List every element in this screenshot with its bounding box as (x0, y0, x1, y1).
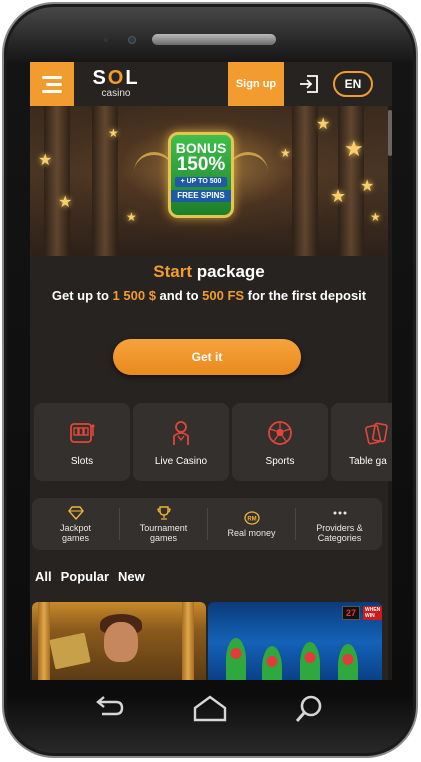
signup-button[interactable]: Sign up (228, 62, 284, 106)
star-icon: ★ (280, 146, 291, 160)
sol-casino-logo[interactable]: SOL casino (86, 68, 146, 102)
category-label: Table ga (349, 455, 387, 467)
bonus-line4: FREE SPINS (171, 190, 231, 202)
category-label: Slots (70, 455, 94, 467)
menu-bar (46, 82, 62, 86)
more-dots-icon (333, 511, 346, 514)
category-label: Sports (265, 455, 295, 467)
search-icon[interactable] (294, 694, 324, 724)
promo-title: Start package (30, 262, 388, 282)
game-tile[interactable] (32, 602, 206, 680)
game-art-plant (338, 644, 358, 680)
back-icon[interactable] (92, 694, 126, 720)
banner-pillar (44, 106, 70, 256)
language-selector[interactable]: EN (333, 71, 373, 97)
category-label: Live Casino (154, 455, 208, 467)
sensor-dot (104, 38, 108, 42)
category-sports[interactable]: Sports (232, 403, 328, 481)
subnav-tournament-games[interactable]: Tournament games (120, 498, 207, 550)
game-art-face (104, 622, 138, 662)
promo-banner[interactable]: ★ ★ ★ ★ ★ ★ ★ ★ ★ ★ BONUS 150% + UP TO 5… (30, 106, 388, 256)
earpiece-speaker (152, 34, 276, 45)
bonus-line3: + UP TO 500 (175, 177, 227, 187)
banner-pillar (292, 106, 318, 256)
category-cards: Slots Live Casino Sports Table ga (34, 403, 392, 481)
trophy-icon (156, 505, 171, 520)
subnav-label: Jackpot games (59, 522, 92, 543)
dealer-icon (173, 420, 189, 445)
diamond-icon (67, 505, 84, 520)
logo-sub: casino (101, 88, 131, 99)
game-badge-tag: WHEN WIN (363, 606, 382, 620)
promo-description: Get up to 1 500 $ and to 500 FS for the … (30, 288, 388, 303)
promo-desc-post: for the first deposit (244, 288, 367, 303)
tab-new[interactable]: New (118, 569, 145, 587)
game-art-column (38, 602, 50, 680)
front-camera (128, 36, 136, 44)
scrollbar-thumb[interactable] (388, 110, 392, 156)
game-tile[interactable]: 27 WHEN WIN (208, 602, 382, 680)
cards-icon (365, 422, 388, 444)
home-icon[interactable] (192, 694, 228, 722)
subnav-label: Tournament games (139, 522, 188, 543)
game-art-column (182, 602, 194, 680)
subnav-real-money[interactable]: RM Real money (208, 498, 295, 550)
secondary-nav: Jackpot games Tournament games RM Real m… (32, 498, 382, 550)
game-filter-tabs: All Popular New (35, 569, 145, 587)
star-icon: ★ (370, 210, 381, 224)
wing-ornament (228, 152, 268, 192)
promo-title-rest: package (191, 262, 265, 281)
star-icon: ★ (360, 178, 375, 195)
game-badge-number: 27 (342, 606, 361, 620)
hamburger-menu-button[interactable] (30, 62, 74, 106)
game-art-plant (300, 642, 320, 680)
slot-machine-icon (70, 422, 95, 443)
star-icon: ★ (38, 152, 53, 169)
page-scrollbar[interactable] (388, 106, 392, 680)
get-it-button[interactable]: Get it (113, 339, 301, 375)
promo-desc-amount: 1 500 $ (112, 288, 156, 303)
star-icon: ★ (330, 186, 347, 206)
top-header: SOL casino Sign up EN (30, 62, 392, 106)
promo-desc-fs: 500 FS (202, 288, 245, 303)
star-icon: ★ (316, 116, 331, 133)
bonus-line2: 150% (176, 154, 226, 175)
subnav-label: Providers & Categories (316, 522, 363, 543)
logo-brand: SOL (92, 67, 140, 89)
menu-bar (42, 89, 62, 93)
bonus-line1: BONUS (175, 140, 227, 156)
tab-popular[interactable]: Popular (61, 569, 109, 587)
star-icon: ★ (58, 194, 73, 211)
category-slots[interactable]: Slots (34, 403, 130, 481)
svg-text:RM: RM (247, 516, 256, 522)
category-live-casino[interactable]: Live Casino (133, 403, 229, 481)
rm-coin-icon: RM (243, 510, 260, 525)
soccer-ball-icon (268, 420, 292, 445)
app-screen: SOL casino Sign up EN ★ ★ ★ ★ ★ ★ ★ ★ ★ … (30, 62, 392, 680)
subnav-label: Real money (227, 527, 276, 538)
login-icon[interactable] (298, 74, 320, 94)
subnav-providers-categories[interactable]: Providers & Categories (296, 498, 383, 550)
tab-all[interactable]: All (35, 569, 52, 587)
promo-title-accent: Start (153, 262, 192, 281)
promo-desc-mid: and to (155, 288, 203, 303)
game-art-book (49, 632, 91, 670)
game-art-plant (226, 638, 246, 680)
menu-bar (42, 75, 62, 79)
subnav-jackpot-games[interactable]: Jackpot games (32, 498, 119, 550)
star-icon: ★ (344, 136, 364, 161)
game-art-plant (262, 646, 282, 680)
category-table-games[interactable]: Table ga (331, 403, 392, 481)
star-icon: ★ (126, 210, 137, 224)
promo-desc-pre: Get up to (51, 288, 113, 303)
star-icon: ★ (108, 126, 119, 140)
bonus-badge: BONUS 150% + UP TO 500 FREE SPINS (168, 132, 234, 218)
